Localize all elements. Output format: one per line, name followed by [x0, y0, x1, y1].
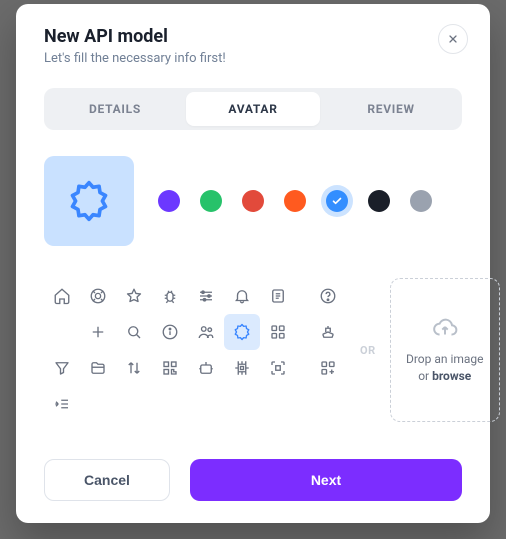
color-swatch-red[interactable]: [242, 190, 264, 212]
or-divider: OR: [360, 344, 376, 357]
tab-review[interactable]: REVIEW: [324, 92, 458, 126]
sliders-icon: [197, 287, 215, 305]
icon-option-gear[interactable]: [224, 314, 260, 350]
icon-picker-area: OR Drop an image or browse: [44, 278, 462, 422]
step-tabs: DETAILS AVATAR REVIEW: [44, 88, 462, 130]
icon-option-qr[interactable]: [152, 350, 188, 386]
icon-option-home[interactable]: [44, 278, 80, 314]
color-swatch-purple[interactable]: [158, 190, 180, 212]
filter-icon: [53, 359, 71, 377]
modal-header: New API model Let's fill the necessary i…: [44, 26, 462, 66]
icon-option-info[interactable]: [152, 314, 188, 350]
gear-icon: [67, 179, 111, 223]
cloud-upload-icon: [432, 315, 458, 341]
icon-option-lifebuoy[interactable]: [80, 278, 116, 314]
icon-option-grid-add[interactable]: [310, 350, 346, 386]
color-swatches: [158, 190, 462, 212]
color-swatch-orange[interactable]: [284, 190, 306, 212]
robot-icon: [197, 359, 215, 377]
icon-option-search[interactable]: [116, 314, 152, 350]
icon-option-note[interactable]: [260, 278, 296, 314]
folder-icon: [89, 359, 107, 377]
icon-option-cpu[interactable]: [224, 350, 260, 386]
icon-option-folder[interactable]: [80, 350, 116, 386]
modal-title: New API model: [44, 26, 462, 47]
dropzone-line1: Drop an image: [406, 352, 484, 366]
dropzone-line2-prefix: or: [418, 369, 432, 383]
icon-option-ship[interactable]: [310, 314, 346, 350]
color-swatch-gray[interactable]: [410, 190, 432, 212]
close-icon: [447, 33, 459, 45]
note-icon: [269, 287, 287, 305]
icon-option-sort[interactable]: [116, 350, 152, 386]
home-icon: [53, 287, 71, 305]
users-icon: [197, 323, 215, 341]
icon-option-robot[interactable]: [188, 350, 224, 386]
bell-icon: [233, 287, 251, 305]
modal-subtitle: Let's fill the necessary info first!: [44, 51, 462, 66]
icon-option-bell[interactable]: [224, 278, 260, 314]
icon-option-plus[interactable]: [80, 314, 116, 350]
icon-option-scan[interactable]: [260, 350, 296, 386]
check-icon: [331, 195, 343, 207]
lifebuoy-icon: [89, 287, 107, 305]
gear-icon: [233, 323, 251, 341]
icon-option-bug[interactable]: [152, 278, 188, 314]
sort-icon: [125, 359, 143, 377]
modal-footer: Cancel Next: [44, 435, 462, 501]
icon-option-sliders[interactable]: [188, 278, 224, 314]
icon-grid: [44, 278, 296, 422]
ship-icon: [319, 323, 337, 341]
dropzone-text: Drop an image or browse: [406, 351, 484, 385]
search-icon: [125, 323, 143, 341]
icon-option-help[interactable]: [310, 278, 346, 314]
star-icon: [125, 287, 143, 305]
grid-icon: [269, 323, 287, 341]
image-dropzone[interactable]: Drop an image or browse: [390, 278, 500, 422]
cancel-button[interactable]: Cancel: [44, 459, 170, 501]
icon-option-filter[interactable]: [44, 350, 80, 386]
close-button[interactable]: [438, 24, 468, 54]
tab-details[interactable]: DETAILS: [48, 92, 182, 126]
icon-option-help[interactable]: [44, 314, 80, 350]
info-icon: [161, 323, 179, 341]
help-icon: [319, 287, 337, 305]
grid-add-icon: [319, 359, 337, 377]
dropzone-browse[interactable]: browse: [432, 369, 471, 383]
new-api-model-modal: New API model Let's fill the necessary i…: [16, 4, 490, 523]
icon-option-grid[interactable]: [260, 314, 296, 350]
bug-icon: [161, 287, 179, 305]
color-swatch-green[interactable]: [200, 190, 222, 212]
color-swatch-black[interactable]: [368, 190, 390, 212]
icon-option-indent[interactable]: [44, 386, 80, 422]
cpu-icon: [233, 359, 251, 377]
avatar-preview-row: [44, 156, 462, 246]
tab-avatar[interactable]: AVATAR: [186, 92, 320, 126]
icon-option-users[interactable]: [188, 314, 224, 350]
plus-icon: [89, 323, 107, 341]
qr-icon: [161, 359, 179, 377]
scan-icon: [269, 359, 287, 377]
color-swatch-blue[interactable]: [326, 190, 348, 212]
icon-option-star[interactable]: [116, 278, 152, 314]
indent-icon: [53, 395, 71, 413]
avatar-preview: [44, 156, 134, 246]
next-button[interactable]: Next: [190, 459, 462, 501]
